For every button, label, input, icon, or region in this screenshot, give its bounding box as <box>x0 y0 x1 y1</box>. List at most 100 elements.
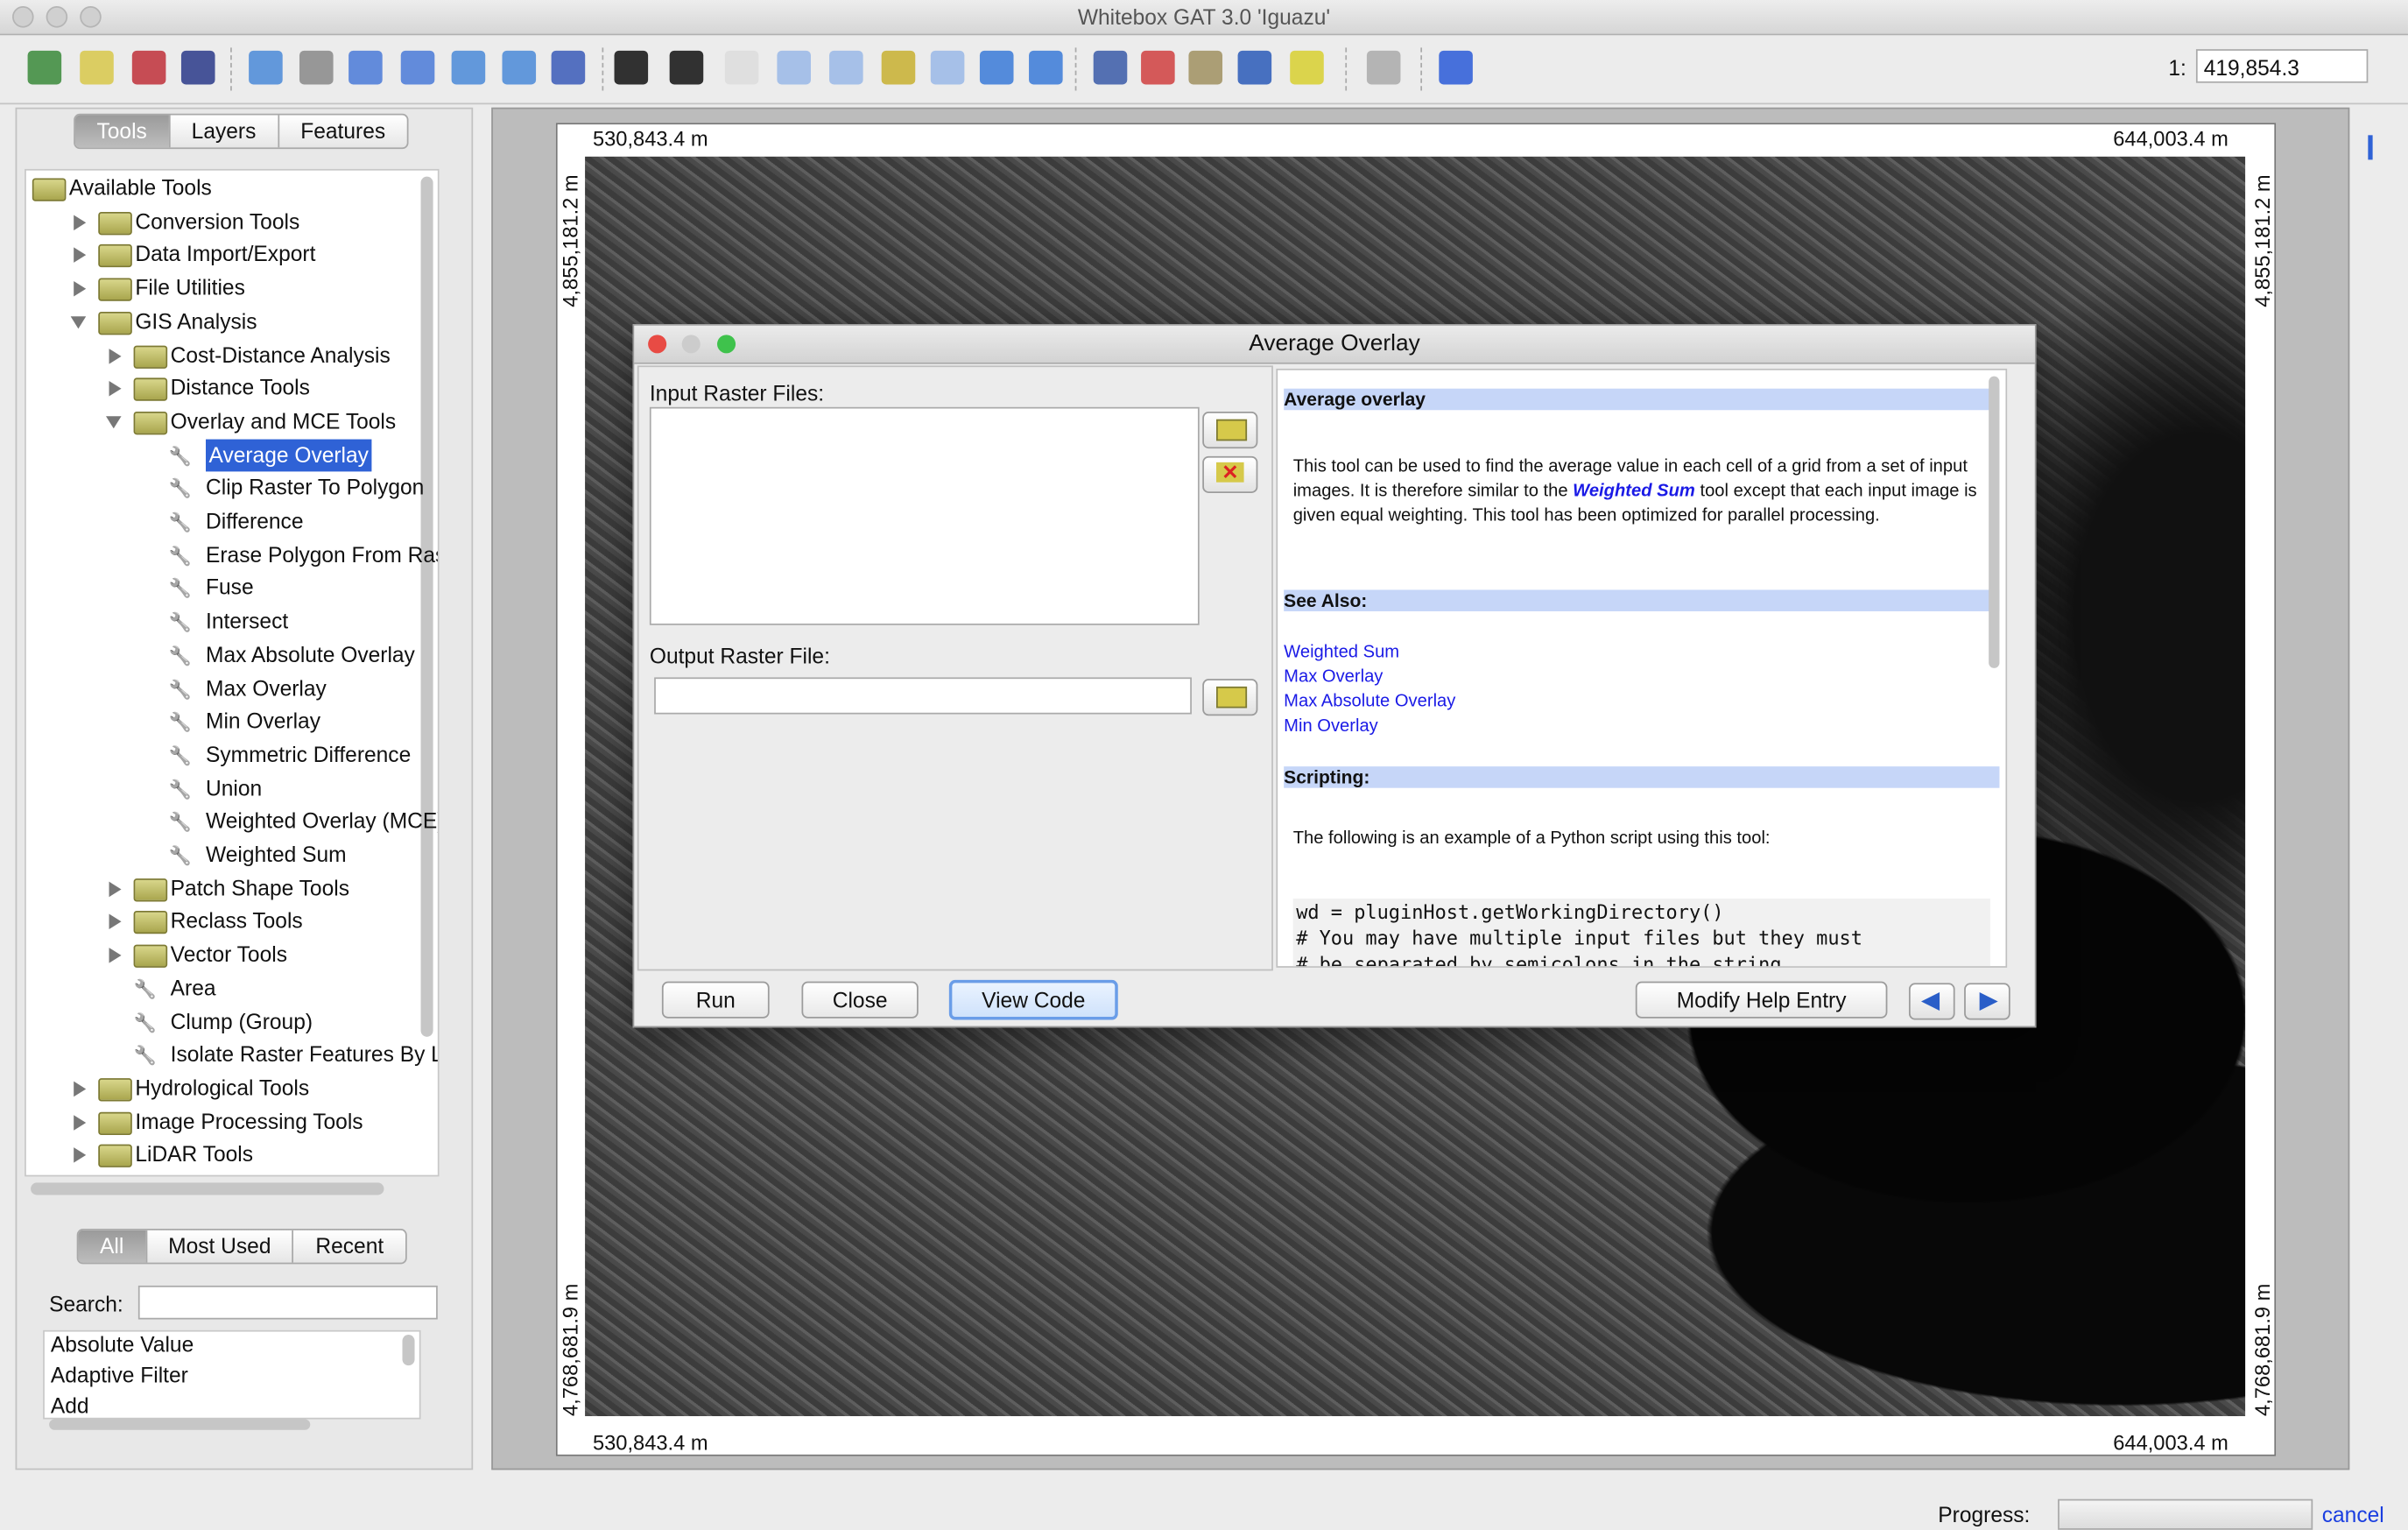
input-raster-label: Input Raster Files: <box>649 380 825 406</box>
wrench-icon: 🔧 <box>168 611 193 633</box>
search-input[interactable] <box>137 1285 438 1320</box>
tool-list-item[interactable]: Absolute Value <box>51 1332 194 1361</box>
wrench-icon: 🔧 <box>168 678 193 700</box>
map-icon[interactable] <box>27 50 62 85</box>
expand-arrow-icon[interactable] <box>109 348 122 363</box>
tree-item-label: Isolate Raster Features By Location <box>170 1041 438 1067</box>
modify-help-entry-button[interactable]: Modify Help Entry <box>1635 981 1888 1019</box>
tab-features[interactable]: Features <box>279 116 407 148</box>
zoom-in-icon[interactable] <box>777 50 812 85</box>
expand-arrow-icon[interactable] <box>74 248 87 264</box>
wrench-icon: 🔧 <box>133 1011 157 1033</box>
layer-to-top-icon[interactable] <box>451 50 486 85</box>
view-code-button[interactable]: View Code <box>948 979 1118 1020</box>
calculator-icon[interactable] <box>1093 50 1128 85</box>
raise-layer-icon[interactable] <box>349 50 383 85</box>
output-raster-input[interactable] <box>654 677 1192 715</box>
folder-icon <box>133 911 168 934</box>
dialog-zoom-button[interactable] <box>717 335 736 354</box>
see-also-links: Weighted Sum Max Overlay Max Absolute Over… <box>1284 640 1455 738</box>
identify-arrow-icon[interactable] <box>669 50 704 85</box>
zoom-to-layer-icon[interactable] <box>930 50 965 85</box>
ruler-icon[interactable] <box>1290 50 1324 85</box>
see-also-link[interactable]: Max Overlay <box>1284 665 1455 689</box>
run-button[interactable]: Run <box>661 981 770 1019</box>
map-scale-input[interactable]: 419,854.3 <box>2195 49 2369 83</box>
minimize-window-button[interactable] <box>46 6 68 28</box>
tool-list-item[interactable]: Adaptive Filter <box>51 1359 188 1392</box>
tab-recent[interactable]: Recent <box>294 1230 405 1263</box>
scroll-icon[interactable] <box>1188 50 1223 85</box>
input-raster-list[interactable] <box>649 406 1200 625</box>
tree-item-label: Area <box>170 975 216 1000</box>
cancel-link[interactable]: cancel <box>2322 1502 2384 1526</box>
browse-output-button[interactable] <box>1202 679 1258 716</box>
expand-arrow-icon[interactable] <box>109 381 122 397</box>
remove-input-file-button[interactable]: ✕ <box>1202 455 1258 493</box>
help-back-button[interactable] <box>1908 983 1955 1020</box>
dialog-minimize-button[interactable] <box>681 335 701 354</box>
folder-icon <box>98 1111 132 1135</box>
help-scrollbar[interactable] <box>1989 376 2000 668</box>
tab-layers[interactable]: Layers <box>170 115 279 148</box>
tree-item-label: Data Import/Export <box>135 242 316 267</box>
weighted-sum-inline-link[interactable]: Weighted Sum <box>1573 483 1695 501</box>
add-input-file-button[interactable] <box>1202 412 1258 449</box>
attribute-table-icon[interactable] <box>551 50 586 85</box>
tree-item-label: Cost-Distance Analysis <box>170 342 391 367</box>
select-arrow-icon[interactable] <box>614 50 649 85</box>
collapse-arrow-icon[interactable] <box>70 315 87 328</box>
tab-most-used[interactable]: Most Used <box>147 1230 294 1263</box>
line-profile-icon[interactable] <box>1366 50 1401 85</box>
tree-horizontal-scrollbar[interactable] <box>31 1182 384 1195</box>
expand-arrow-icon[interactable] <box>74 214 87 230</box>
open-folder-icon[interactable] <box>80 50 114 85</box>
code-line: wd = pluginHost.getWorkingDirectory() <box>1296 899 1724 924</box>
next-extent-icon[interactable] <box>1029 50 1063 85</box>
tab-tools[interactable]: Tools <box>74 115 171 148</box>
help-icon[interactable] <box>1439 50 1473 85</box>
map-bottom-left-x: 530,843.4 m <box>592 1431 708 1455</box>
close-button[interactable]: Close <box>801 981 919 1019</box>
side-panel-icon[interactable] <box>2368 135 2394 160</box>
toolbar-separator <box>1074 47 1077 91</box>
expand-arrow-icon[interactable] <box>74 1081 87 1097</box>
expand-arrow-icon[interactable] <box>74 281 87 297</box>
previous-extent-icon[interactable] <box>979 50 1014 85</box>
pan-hand-icon[interactable] <box>724 50 759 85</box>
expand-arrow-icon[interactable] <box>74 1114 87 1131</box>
scripting-text: The following is an example of a Python … <box>1292 829 1771 849</box>
help-heading: Average overlay <box>1284 388 2000 411</box>
palette-icon[interactable] <box>1141 50 1175 85</box>
zoom-window-button[interactable] <box>80 6 102 28</box>
map-right-top-y: 4,855,181.2 m <box>2251 174 2275 307</box>
tool-list-hscrollbar[interactable] <box>49 1419 311 1430</box>
layer-to-bottom-icon[interactable] <box>502 50 537 85</box>
expand-arrow-icon[interactable] <box>109 948 122 963</box>
digitize-icon[interactable] <box>1237 50 1272 85</box>
expand-arrow-icon[interactable] <box>109 914 122 930</box>
save-icon[interactable] <box>131 50 166 85</box>
tree-item-label: Reclass Tools <box>170 908 303 934</box>
expand-arrow-icon[interactable] <box>74 1147 87 1164</box>
tab-all[interactable]: All <box>78 1230 147 1263</box>
tool-list-scrollbar[interactable] <box>402 1335 415 1366</box>
see-also-link[interactable]: Min Overlay <box>1284 715 1455 739</box>
expand-arrow-icon[interactable] <box>109 881 122 897</box>
add-layer-icon[interactable] <box>249 50 283 85</box>
print-icon[interactable] <box>180 50 215 85</box>
zoom-out-icon[interactable] <box>829 50 863 85</box>
folder-icon <box>1216 419 1248 441</box>
lower-layer-icon[interactable] <box>400 50 435 85</box>
dialog-close-button[interactable] <box>648 335 667 354</box>
see-also-link[interactable]: Weighted Sum <box>1284 640 1455 665</box>
help-forward-button[interactable] <box>1964 983 2010 1020</box>
full-extent-icon[interactable] <box>881 50 916 85</box>
see-also-link[interactable]: Max Absolute Overlay <box>1284 689 1455 714</box>
wrench-icon: 🔧 <box>168 444 193 467</box>
tree-vertical-scrollbar[interactable] <box>420 176 433 1037</box>
collapse-arrow-icon[interactable] <box>106 416 122 429</box>
tool-list-item[interactable]: Add <box>51 1390 89 1418</box>
close-window-button[interactable] <box>12 6 34 28</box>
remove-layer-icon[interactable] <box>299 50 334 85</box>
